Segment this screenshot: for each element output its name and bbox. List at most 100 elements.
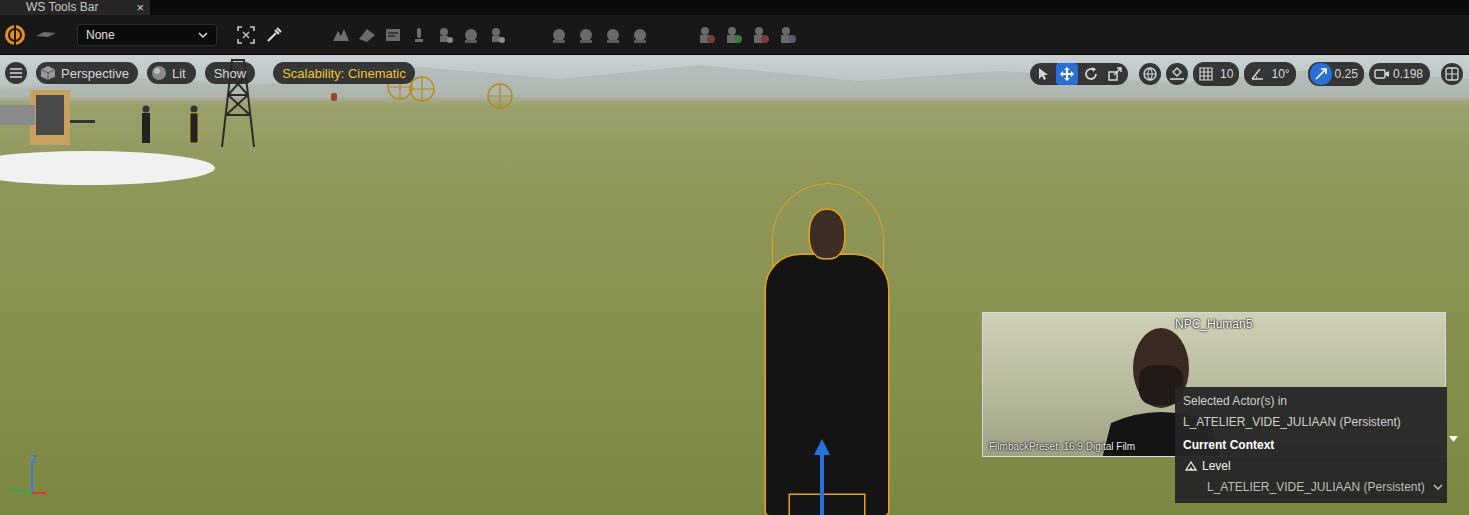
- sphere-tag-icon[interactable]: [603, 25, 623, 45]
- camera-icon[interactable]: [1374, 67, 1390, 81]
- scale-snap-control[interactable]: 0.25: [1308, 62, 1364, 86]
- target-marker-icon[interactable]: [486, 82, 514, 110]
- button-label[interactable]: Scalability: Cinematic: [282, 66, 406, 81]
- viewport-menu-button[interactable]: [5, 62, 27, 84]
- scale-snap-toggle[interactable]: [1310, 63, 1332, 85]
- viewport-left-toolbar: Perspective Lit Show Scalability: Cinematic: [5, 62, 415, 84]
- tooltip-level-row: L_ATELIER_VIDE_JULIAAN (Persistent): [1183, 411, 1443, 432]
- view-button[interactable]: Perspective: [36, 62, 138, 84]
- character-variant-icon[interactable]: [723, 25, 743, 45]
- placement-tools-group: [331, 25, 507, 45]
- select-tool-button[interactable]: [1032, 63, 1054, 85]
- world-space-button[interactable]: [1139, 63, 1161, 85]
- white-platform[interactable]: [0, 151, 215, 185]
- viewport-right-toolbar: 10 10° 0.25 0.198: [1030, 62, 1463, 86]
- surface-snap-button[interactable]: [1166, 63, 1188, 85]
- tooltip-level: L_ATELIER_VIDE_JULIAAN (Persistent): [1183, 415, 1401, 429]
- npc-icon[interactable]: [435, 25, 455, 45]
- lit-sphere-icon[interactable]: [151, 65, 167, 81]
- viewport-layout-button[interactable]: [1441, 63, 1463, 85]
- unreal-logo-icon[interactable]: [4, 24, 26, 46]
- surface-snap-icon[interactable]: [1169, 66, 1185, 82]
- axis-z-label: Z: [30, 453, 37, 465]
- npc-add-icon[interactable]: [461, 25, 481, 45]
- sphere-link-icon[interactable]: [630, 25, 650, 45]
- level-icon: [1185, 460, 1197, 471]
- angle-snap-toggle[interactable]: [1246, 63, 1268, 85]
- angle-snap-control[interactable]: 10°: [1244, 62, 1295, 86]
- context-kind: Level: [1202, 459, 1231, 473]
- light-icon[interactable]: [409, 25, 429, 45]
- grid-snap-control[interactable]: 10: [1193, 62, 1239, 86]
- sphere-icon[interactable]: [549, 25, 569, 45]
- tab-label[interactable]: WS Tools Bar: [26, 0, 98, 15]
- translate-gizmo[interactable]: [812, 439, 832, 515]
- eyedropper-icon[interactable]: [265, 26, 283, 44]
- cursor-icon[interactable]: [1036, 67, 1050, 81]
- grid-snap-toggle[interactable]: [1195, 63, 1217, 85]
- chevron-down-icon[interactable]: [198, 31, 208, 39]
- snap-value[interactable]: 10°: [1271, 67, 1289, 81]
- context-value-row[interactable]: L_ATELIER_VIDE_JULIAAN (Persistent): [1183, 476, 1443, 497]
- rotate-icon[interactable]: [1083, 66, 1099, 82]
- camera-speed-control[interactable]: 0.198: [1369, 63, 1430, 85]
- character-variant-icon[interactable]: [696, 25, 716, 45]
- tab-close-button[interactable]: ×: [136, 0, 144, 15]
- preset-dropdown[interactable]: None: [77, 24, 217, 46]
- character-variant-icon[interactable]: [750, 25, 770, 45]
- scalability-button[interactable]: Scalability: Cinematic: [273, 62, 415, 84]
- context-value[interactable]: L_ATELIER_VIDE_JULIAAN (Persistent): [1207, 480, 1425, 494]
- red-marker[interactable]: [331, 93, 337, 101]
- level-viewport[interactable]: Z Perspective Lit Show Scalability: Cinemati…: [0, 55, 1469, 515]
- show-button[interactable]: Show: [205, 62, 256, 84]
- tab-bar: WS Tools Bar ×: [0, 0, 1469, 15]
- scale-tool-button[interactable]: [1104, 63, 1126, 85]
- translate-tool-button[interactable]: [1056, 63, 1078, 85]
- tools-bar-tab[interactable]: WS Tools Bar ×: [0, 0, 150, 15]
- hamburger-icon[interactable]: [10, 68, 22, 78]
- note-icon[interactable]: [383, 25, 403, 45]
- sphere-search-icon[interactable]: [576, 25, 596, 45]
- character-head[interactable]: [810, 210, 844, 258]
- ai-tools-group: [549, 25, 650, 45]
- cube-icon[interactable]: [40, 65, 56, 81]
- globe-icon[interactable]: [1142, 66, 1158, 82]
- scale-snap-icon[interactable]: [1314, 67, 1328, 81]
- character-body[interactable]: [766, 255, 888, 515]
- character-variant-icon[interactable]: [777, 25, 797, 45]
- transform-tools-group: [1030, 63, 1128, 85]
- camera-speed-value[interactable]: 0.198: [1393, 67, 1423, 81]
- focus-frame-icon[interactable]: [237, 26, 255, 44]
- context-kind-row: Level: [1183, 455, 1443, 476]
- snap-value[interactable]: 10: [1220, 67, 1233, 81]
- move-arrows-icon[interactable]: [1059, 66, 1075, 82]
- actor-context-tooltip: Selected Actor(s) in L_ATELIER_VIDE_JULIA…: [1175, 387, 1447, 503]
- snap-value[interactable]: 0.25: [1335, 67, 1358, 81]
- dropdown-value[interactable]: None: [86, 28, 115, 42]
- axis-gizmo-icon[interactable]: [4, 455, 48, 499]
- wing-icon[interactable]: [35, 29, 57, 41]
- character-legs[interactable]: [790, 495, 864, 515]
- preview-actor-label: NPC_Human5: [1175, 317, 1252, 331]
- machine-prop[interactable]: [0, 85, 95, 155]
- tooltip-heading: Selected Actor(s) in: [1183, 394, 1287, 408]
- button-label[interactable]: Show: [214, 66, 247, 81]
- terrain-icon[interactable]: [331, 25, 351, 45]
- npc-add-alt-icon[interactable]: [487, 25, 507, 45]
- terrain-paint-icon[interactable]: [357, 25, 377, 45]
- expand-arrow-icon[interactable]: [1449, 436, 1458, 442]
- lighting-button[interactable]: Lit: [147, 62, 196, 84]
- angle-icon[interactable]: [1250, 67, 1264, 81]
- button-label[interactable]: Perspective: [61, 66, 129, 81]
- chevron-down-icon[interactable]: [1433, 483, 1443, 491]
- view-tools-group: [237, 26, 283, 44]
- character-tools-group: [696, 25, 797, 45]
- scale-icon[interactable]: [1107, 66, 1123, 82]
- npc-distant[interactable]: [140, 105, 152, 145]
- layout-icon[interactable]: [1445, 67, 1459, 81]
- grid-icon[interactable]: [1199, 67, 1213, 81]
- rotate-tool-button[interactable]: [1080, 63, 1102, 85]
- tooltip-context-row: Current Context: [1183, 434, 1443, 455]
- button-label[interactable]: Lit: [172, 66, 186, 81]
- npc-distant[interactable]: [188, 105, 200, 145]
